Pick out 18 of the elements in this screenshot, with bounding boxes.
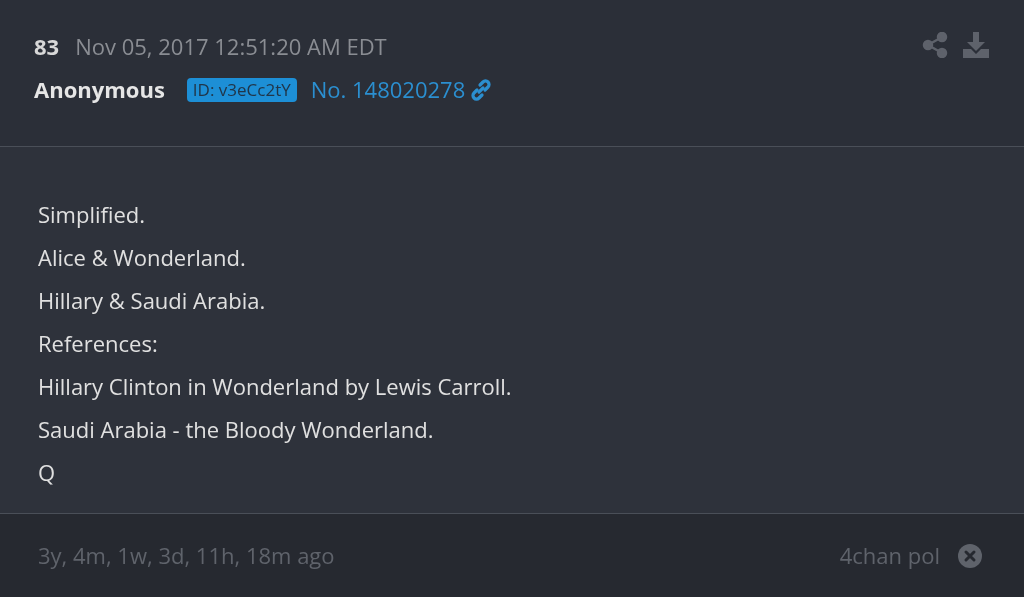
post-text-line: Simplified.: [38, 198, 146, 231]
source-label: 4chan pol: [839, 539, 940, 572]
post-text-line: Q: [38, 456, 56, 489]
share-icon[interactable]: [922, 32, 948, 58]
post-date: Nov 05, 2017 12:51:20 AM EDT: [75, 30, 387, 63]
post-text-line: Hillary & Saudi Arabia.: [38, 284, 266, 317]
post-text-line: Saudi Arabia - the Bloody Wonderland.: [38, 413, 434, 446]
author-name: Anonymous: [34, 73, 165, 106]
post-number: 83: [34, 30, 60, 63]
post-link[interactable]: No. 148020278: [310, 73, 466, 106]
post-text-line: References:: [38, 327, 158, 360]
id-badge: ID: v3eCc2tY: [186, 77, 297, 102]
link-icon[interactable]: [469, 77, 494, 102]
download-icon[interactable]: [962, 32, 990, 58]
post-text-line: Hillary Clinton in Wonderland by Lewis Carroll.: [38, 370, 512, 403]
close-icon[interactable]: [958, 543, 982, 568]
post-age: 3y, 4m, 1w, 3d, 11h, 18m ago: [38, 539, 335, 572]
post-text-line: Alice & Wonderland.: [38, 241, 246, 274]
